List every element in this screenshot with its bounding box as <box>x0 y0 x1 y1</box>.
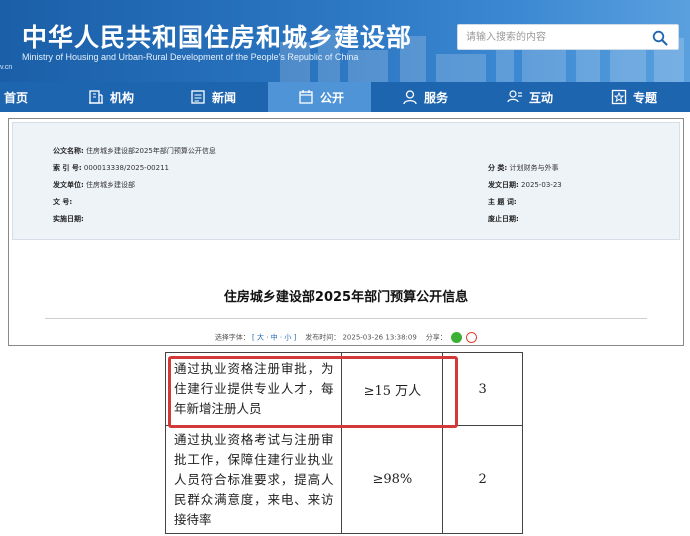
document-title: 住房城乡建设部2025年部门预算公开信息 <box>223 290 469 305</box>
nav-item-news[interactable]: 新闻 <box>190 82 236 112</box>
search-box <box>457 24 679 50</box>
publish-label: 发布时间： <box>305 333 341 342</box>
document-meta-line: 选择字体： [ 大 · 中 · 小 ] 发布时间： 2025-03-26 13:… <box>9 332 683 343</box>
site-subtitle: Ministry of Housing and Urban-Rural Deve… <box>22 52 359 62</box>
meta-doc-no: 文 号: <box>53 198 73 206</box>
site-title[interactable]: 中华人民共和国住房和城乡建设部 <box>22 18 412 54</box>
nav-item-service[interactable]: 服务 <box>402 82 448 112</box>
nav-label: 专题 <box>633 90 658 105</box>
nav-label: 公开 <box>320 90 345 105</box>
news-icon <box>191 90 205 104</box>
topic-icon <box>611 89 627 105</box>
meta-subject: 主 题 词: <box>488 198 517 206</box>
highlight-box <box>168 356 458 428</box>
nav-label: 服务 <box>424 90 449 105</box>
interaction-icon <box>507 90 522 103</box>
font-size-options[interactable]: [ 大 · 中 · 小 ] <box>252 334 296 342</box>
share-label: 分享： <box>425 333 447 342</box>
meta-expiry-date: 废止日期: <box>488 215 519 223</box>
site-header: 中华人民共和国住房和城乡建设部 Ministry of Housing and … <box>0 0 690 82</box>
weibo-icon[interactable] <box>466 332 478 343</box>
document-panel: 公文名称: 住房城乡建设部2025年部门预算公开信息 索 引 号: 000013… <box>8 118 684 346</box>
meta-category: 分 类: 计划财务与外事 <box>488 164 559 172</box>
table-cell-target: ≥98% <box>341 425 444 534</box>
nav-item-home[interactable]: 首页 <box>4 82 28 112</box>
building-icon <box>89 90 103 104</box>
publish-time: 2025-03-26 13:38:09 <box>342 333 417 342</box>
domain-fragment: v.cn <box>0 64 13 71</box>
meta-index-no: 索 引 号: 000013338/2025-00211 <box>53 164 169 172</box>
nav-item-disclosure[interactable]: 公开 <box>268 82 371 112</box>
nav-label: 机构 <box>110 90 135 105</box>
service-icon <box>403 90 417 105</box>
table-row: 通过执业资格考试与注册审批工作，保障住建行业执业人员符合标准要求，提高人民群众满… <box>165 425 523 534</box>
nav-label: 互动 <box>529 90 554 105</box>
nav-item-organization[interactable]: 机构 <box>88 82 134 112</box>
wechat-icon[interactable] <box>450 332 462 343</box>
title-divider <box>45 318 647 319</box>
table-cell-description: 通过执业资格考试与注册审批工作，保障住建行业执业人员符合标准要求，提高人民群众满… <box>165 425 343 534</box>
table-cell-weight: 2 <box>442 425 523 534</box>
nav-label: 首页 <box>4 90 29 105</box>
font-size-label: 选择字体： <box>214 333 250 342</box>
metadata-box: 公文名称: 住房城乡建设部2025年部门预算公开信息 索 引 号: 000013… <box>12 122 680 240</box>
search-icon[interactable] <box>652 30 668 46</box>
meta-effective-date: 实施日期: <box>53 215 84 223</box>
disclosure-icon <box>299 90 313 104</box>
nav-item-interaction[interactable]: 互动 <box>507 82 553 112</box>
meta-issuer: 发文单位: 住房城乡建设部 <box>53 181 136 189</box>
main-nav: 首页 机构 新闻 公开 服务 互动 专题 <box>0 82 690 112</box>
meta-doc-name: 公文名称: 住房城乡建设部2025年部门预算公开信息 <box>53 147 216 155</box>
search-input[interactable] <box>466 29 646 46</box>
meta-issue-date: 发文日期: 2025-03-23 <box>488 181 562 189</box>
nav-label: 新闻 <box>212 90 237 105</box>
nav-item-topics[interactable]: 专题 <box>611 82 657 112</box>
